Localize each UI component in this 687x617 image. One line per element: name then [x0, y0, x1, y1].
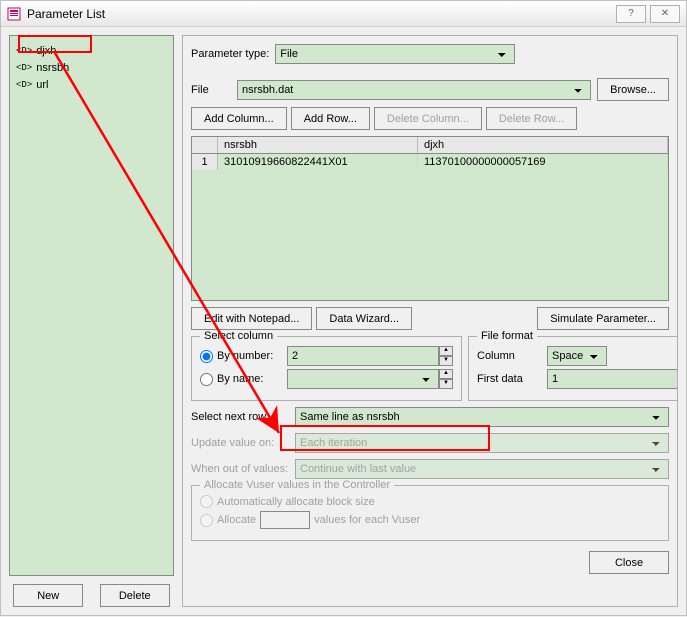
add-column-button[interactable]: Add Column...: [191, 107, 287, 130]
add-row-button[interactable]: Add Row...: [291, 107, 370, 130]
by-number-label: By number:: [217, 350, 283, 362]
by-name-radio[interactable]: [200, 373, 213, 386]
parameter-tree[interactable]: <D> djxh <D> nsrsbh <D> url: [9, 35, 174, 576]
by-number-input[interactable]: [287, 346, 439, 366]
column-delimiter-select[interactable]: Space: [547, 346, 607, 366]
first-data-input[interactable]: [547, 369, 678, 389]
tree-item-url[interactable]: <D> url: [14, 77, 169, 93]
auto-allocate-radio: [200, 495, 213, 508]
select-column-fieldset: Select column By number: ▲▼ By name: ▲▼: [191, 336, 462, 401]
manual-allocate-radio: [200, 514, 213, 527]
parameter-type-label: Parameter type:: [191, 48, 269, 60]
auto-allocate-label: Automatically allocate block size: [217, 496, 375, 508]
update-value-label: Update value on:: [191, 437, 289, 449]
simulate-parameter-button[interactable]: Simulate Parameter...: [537, 307, 669, 330]
tag-icon: <D>: [16, 46, 32, 56]
tag-icon: <D>: [16, 63, 32, 73]
close-window-button[interactable]: ✕: [650, 5, 680, 23]
delete-button[interactable]: Delete: [100, 584, 170, 607]
tree-label: url: [36, 79, 48, 91]
grid-header: nsrsbh djxh: [192, 137, 668, 154]
new-button[interactable]: New: [13, 584, 83, 607]
allocate-prefix-label: Allocate: [217, 514, 256, 526]
tree-item-djxh[interactable]: <D> djxh: [14, 43, 169, 59]
data-grid[interactable]: nsrsbh djxh 1 31010919660822441X01 11370…: [191, 136, 669, 301]
spinner-down-icon[interactable]: ▼: [439, 356, 453, 366]
by-number-radio[interactable]: [200, 350, 213, 363]
delete-row-button: Delete Row...: [486, 107, 577, 130]
browse-button[interactable]: Browse...: [597, 78, 669, 101]
tree-label: djxh: [36, 45, 56, 57]
app-icon: [7, 7, 21, 21]
parameter-list-window: Parameter List ? ✕ <D> djxh <D> nsrsbh <…: [0, 0, 687, 616]
table-row[interactable]: 1 31010919660822441X01 11370100000000057…: [192, 154, 668, 170]
data-wizard-button[interactable]: Data Wizard...: [316, 307, 412, 330]
spinner-down-icon[interactable]: ▼: [439, 379, 453, 389]
right-panel: Parameter type: File File nsrsbh.dat Bro…: [182, 35, 678, 607]
edit-notepad-button[interactable]: Edit with Notepad...: [191, 307, 312, 330]
first-data-label: First data: [477, 373, 541, 385]
titlebar: Parameter List ? ✕: [1, 1, 686, 27]
left-panel: <D> djxh <D> nsrsbh <D> url New Delete: [9, 35, 174, 607]
grid-cell-djxh[interactable]: 11370100000000057169: [418, 154, 668, 170]
close-button[interactable]: Close: [589, 551, 669, 574]
grid-header-nsrsbh[interactable]: nsrsbh: [218, 137, 418, 153]
spinner-up-icon[interactable]: ▲: [439, 346, 453, 356]
grid-header-rownum: [192, 137, 218, 153]
out-of-values-select: Continue with last value: [295, 459, 669, 479]
grid-header-djxh[interactable]: djxh: [418, 137, 668, 153]
grid-cell-nsrsbh[interactable]: 31010919660822441X01: [218, 154, 418, 170]
tree-item-nsrsbh[interactable]: <D> nsrsbh: [14, 60, 169, 76]
help-button[interactable]: ?: [616, 5, 646, 23]
file-select[interactable]: nsrsbh.dat: [237, 80, 591, 100]
grid-cell-rownum: 1: [192, 154, 218, 170]
window-title: Parameter List: [27, 7, 612, 21]
parameter-type-select[interactable]: File: [275, 44, 515, 64]
file-format-fieldset: File format Column Space First data ▲▼: [468, 336, 678, 401]
select-next-row-select[interactable]: Same line as nsrsbh: [295, 407, 669, 427]
column-delimiter-label: Column: [477, 350, 541, 362]
allocate-count-input: [260, 511, 310, 529]
delete-column-button: Delete Column...: [374, 107, 482, 130]
allocate-fieldset: Allocate Vuser values in the Controller …: [191, 485, 669, 541]
select-next-row-label: Select next row:: [191, 411, 289, 423]
by-name-label: By name:: [217, 373, 283, 385]
by-name-select[interactable]: [287, 369, 439, 389]
file-label: File: [191, 84, 231, 96]
tag-icon: <D>: [16, 80, 32, 90]
update-value-select: Each iteration: [295, 433, 669, 453]
spinner-up-icon[interactable]: ▲: [439, 369, 453, 379]
tree-label: nsrsbh: [36, 62, 69, 74]
allocate-suffix-label: values for each Vuser: [314, 514, 420, 526]
out-of-values-label: When out of values:: [191, 463, 289, 475]
